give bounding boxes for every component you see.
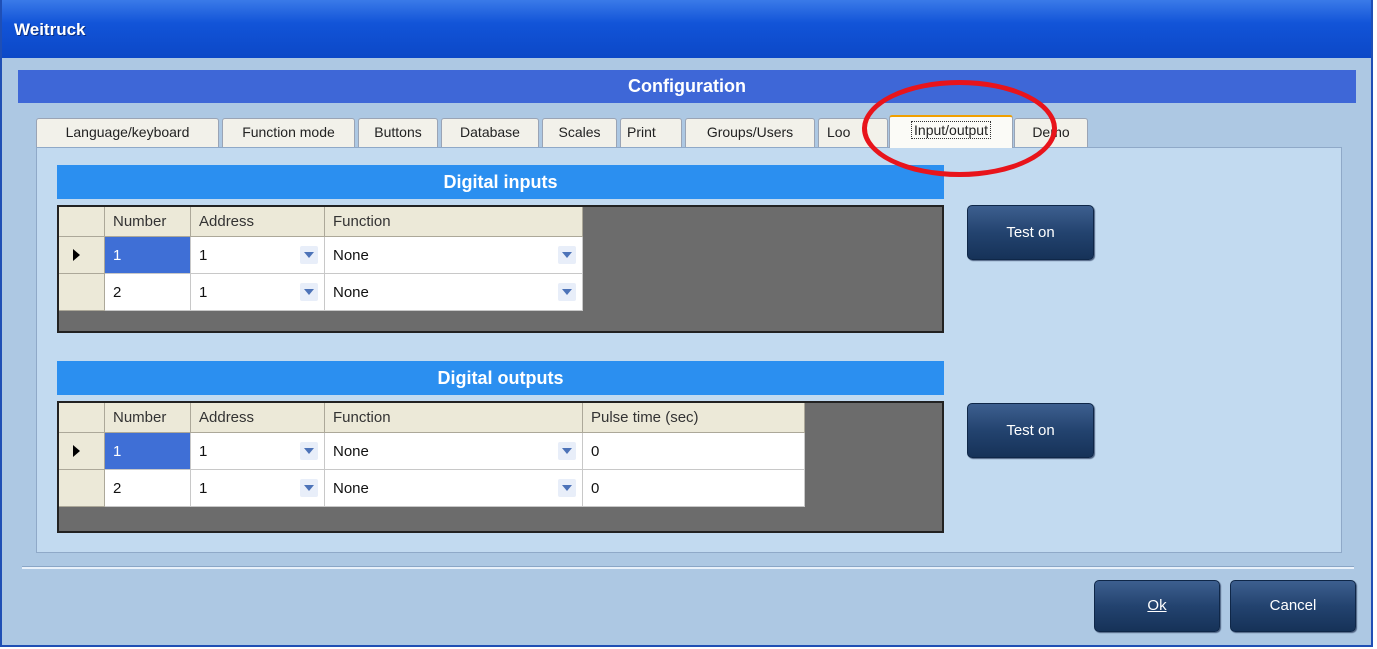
output-address-select[interactable]: 1 bbox=[191, 433, 325, 470]
col-number-header[interactable]: Number bbox=[105, 207, 191, 237]
input-number-cell[interactable]: 2 bbox=[105, 274, 191, 311]
chevron-down-icon[interactable] bbox=[300, 283, 318, 301]
output-number-cell[interactable]: 1 bbox=[105, 433, 191, 470]
chevron-down-icon[interactable] bbox=[300, 442, 318, 460]
digital-inputs-grid: Number Address Function 1 1 None 2 1 Non… bbox=[57, 205, 944, 333]
tab-function-mode[interactable]: Function mode bbox=[222, 118, 355, 147]
output-function-select[interactable]: None bbox=[325, 470, 583, 507]
input-function-select[interactable]: None bbox=[325, 274, 583, 311]
chevron-down-icon[interactable] bbox=[558, 283, 576, 301]
chevron-down-icon[interactable] bbox=[300, 246, 318, 264]
ok-button[interactable]: Ok bbox=[1094, 580, 1220, 632]
annotation-circle bbox=[862, 80, 1057, 177]
output-number-cell[interactable]: 2 bbox=[105, 470, 191, 507]
tab-buttons[interactable]: Buttons bbox=[358, 118, 438, 147]
main-window: Weitruck Configuration Language/keyboard… bbox=[0, 0, 1373, 647]
current-row-arrow-icon bbox=[73, 249, 80, 261]
col-address-header[interactable]: Address bbox=[191, 403, 325, 433]
row-selector-current[interactable] bbox=[59, 433, 105, 470]
row-selector[interactable] bbox=[59, 274, 105, 311]
output-pulse-time-field[interactable]: 0 bbox=[583, 433, 805, 470]
col-pulse-time-header[interactable]: Pulse time (sec) bbox=[583, 403, 805, 433]
output-pulse-time-field[interactable]: 0 bbox=[583, 470, 805, 507]
chevron-down-icon[interactable] bbox=[558, 479, 576, 497]
grid-corner bbox=[59, 403, 105, 433]
col-address-header[interactable]: Address bbox=[191, 207, 325, 237]
col-function-header[interactable]: Function bbox=[325, 403, 583, 433]
grid-corner bbox=[59, 207, 105, 237]
output-address-select[interactable]: 1 bbox=[191, 470, 325, 507]
input-address-select[interactable]: 1 bbox=[191, 274, 325, 311]
row-selector[interactable] bbox=[59, 470, 105, 507]
chevron-down-icon[interactable] bbox=[558, 246, 576, 264]
tab-print[interactable]: Print bbox=[620, 118, 682, 147]
page-title: Configuration bbox=[18, 70, 1356, 103]
chevron-down-icon[interactable] bbox=[558, 442, 576, 460]
input-output-panel: Digital inputs Number Address Function 1… bbox=[36, 147, 1342, 553]
inputs-test-on-button[interactable]: Test on bbox=[967, 205, 1094, 260]
col-function-header[interactable]: Function bbox=[325, 207, 583, 237]
tab-groups-users[interactable]: Groups/Users bbox=[685, 118, 815, 147]
window-title: Weitruck bbox=[14, 20, 86, 39]
current-row-arrow-icon bbox=[73, 445, 80, 457]
row-selector-current[interactable] bbox=[59, 237, 105, 274]
outputs-test-on-button[interactable]: Test on bbox=[967, 403, 1094, 458]
digital-inputs-title: Digital inputs bbox=[57, 165, 944, 199]
title-bar[interactable]: Weitruck bbox=[2, 0, 1371, 58]
tab-database[interactable]: Database bbox=[441, 118, 539, 147]
output-function-select[interactable]: None bbox=[325, 433, 583, 470]
digital-outputs-title: Digital outputs bbox=[57, 361, 944, 395]
tab-language-keyboard[interactable]: Language/keyboard bbox=[36, 118, 219, 147]
tab-scales[interactable]: Scales bbox=[542, 118, 617, 147]
input-address-select[interactable]: 1 bbox=[191, 237, 325, 274]
chevron-down-icon[interactable] bbox=[300, 479, 318, 497]
col-number-header[interactable]: Number bbox=[105, 403, 191, 433]
input-function-select[interactable]: None bbox=[325, 237, 583, 274]
digital-outputs-grid: Number Address Function Pulse time (sec)… bbox=[57, 401, 944, 533]
cancel-button[interactable]: Cancel bbox=[1230, 580, 1356, 632]
footer-divider bbox=[22, 566, 1354, 569]
input-number-cell[interactable]: 1 bbox=[105, 237, 191, 274]
